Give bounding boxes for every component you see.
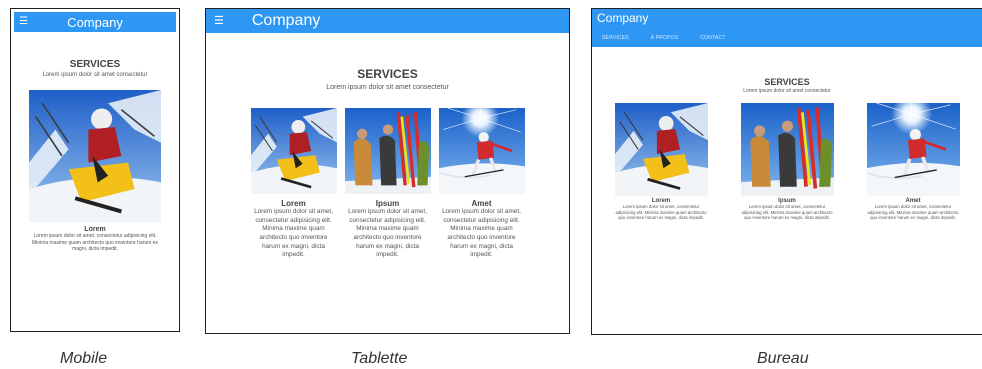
skier-sun-photo	[866, 103, 960, 196]
mobile-frame: ☰ Company SERVICES Lorem ipsum dolor sit…	[10, 8, 180, 332]
section-subtitle: Lorem ipsum dolor sit amet consectetur	[42, 72, 148, 78]
skier-sun-photo	[438, 108, 525, 194]
section-title: SERVICES	[764, 77, 810, 87]
caption-desktop: Bureau	[757, 350, 809, 367]
card-text: Lorem ipsum dolor sit amet, consectetur …	[348, 208, 427, 259]
header-bar: ☰ Company	[14, 12, 176, 32]
nav-item-a-propos[interactable]: A PROPOS	[651, 35, 678, 41]
services-section: SERVICES Lorem ipsum dolor sit amet cons…	[206, 67, 569, 91]
card-text: Lorem ipsum dolor sit amet, consectetur …	[615, 204, 707, 221]
brand-name[interactable]: Company	[67, 15, 123, 30]
card-list: Lorem Lorem ipsum dolor sit amet, consec…	[206, 108, 569, 260]
brand-name[interactable]: Company	[252, 12, 320, 30]
section-title: SERVICES	[357, 67, 418, 81]
card-title: Lorem	[84, 226, 106, 233]
card-lorem: Lorem Lorem ipsum dolor sit amet, consec…	[250, 108, 337, 260]
header-bar: ☰ Company	[206, 9, 569, 33]
section-subtitle: Lorem ipsum dolor sit amet consectetur	[743, 88, 831, 94]
desktop-frame: Company SERVICES A PROPOS CONTACT SERVIC…	[591, 8, 982, 335]
card-text: Lorem ipsum dolor sit amet, consectetur …	[741, 204, 833, 221]
menu-icon[interactable]: ☰	[19, 17, 28, 27]
nav-menu: SERVICES A PROPOS CONTACT	[602, 35, 725, 41]
snowmobile-photo	[29, 90, 161, 222]
card-text: Lorem ipsum dolor sit amet, consectetur …	[442, 208, 521, 259]
card-list: Lorem Lorem ipsum dolor sit amet, consec…	[11, 90, 179, 253]
services-section: SERVICES Lorem ipsum dolor sit amet cons…	[11, 59, 179, 78]
header-bar: Company SERVICES A PROPOS CONTACT	[592, 9, 982, 47]
section-subtitle: Lorem ipsum dolor sit amet consectetur	[326, 84, 449, 91]
snowmobile-photo	[614, 103, 708, 196]
brand-name[interactable]: Company	[597, 11, 648, 25]
card-title: Ipsum	[375, 199, 400, 208]
card-title: Amet	[471, 199, 492, 208]
card-amet: Amet Lorem ipsum dolor sit amet, consect…	[438, 108, 525, 260]
nav-item-contact[interactable]: CONTACT	[700, 35, 725, 41]
skiers-photo	[740, 103, 834, 196]
card-title: Lorem	[281, 199, 306, 208]
card-list: Lorem Lorem ipsum dolor sit amet, consec…	[592, 103, 982, 221]
skiers-photo	[344, 108, 431, 194]
card-text: Lorem ipsum dolor sit amet, consectetur …	[254, 208, 333, 259]
section-title: SERVICES	[69, 59, 121, 70]
card-ipsum: Ipsum Lorem ipsum dolor sit amet, consec…	[740, 103, 834, 221]
card-amet: Amet Lorem ipsum dolor sit amet, consect…	[866, 103, 960, 221]
card-ipsum: Ipsum Lorem ipsum dolor sit amet, consec…	[344, 108, 431, 260]
caption-mobile: Mobile	[60, 350, 108, 367]
nav-item-services[interactable]: SERVICES	[602, 35, 629, 41]
card-lorem: Lorem Lorem ipsum dolor sit amet, consec…	[29, 90, 161, 253]
card-lorem: Lorem Lorem ipsum dolor sit amet, consec…	[614, 103, 708, 221]
card-text: Lorem ipsum dolor sit amet, consectetur …	[867, 204, 959, 221]
snowmobile-photo	[250, 108, 337, 194]
tablet-frame: ☰ Company SERVICES Lorem ipsum dolor sit…	[205, 8, 570, 334]
services-section: SERVICES Lorem ipsum dolor sit amet cons…	[592, 77, 982, 94]
menu-icon[interactable]: ☰	[214, 15, 224, 27]
caption-tablet: Tablette	[351, 350, 408, 367]
card-text: Lorem ipsum dolor sit amet, consectetur …	[32, 233, 158, 252]
